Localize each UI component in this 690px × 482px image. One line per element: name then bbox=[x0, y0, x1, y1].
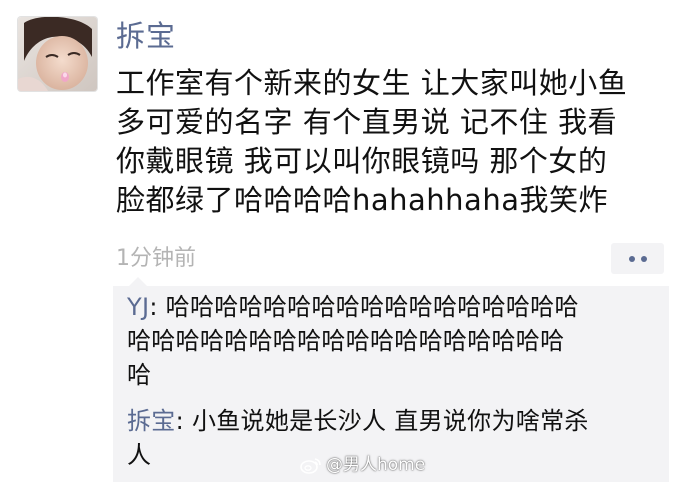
comment-text: 哈哈哈哈哈哈哈哈哈哈哈哈哈哈哈哈哈 哈哈哈哈哈哈哈哈哈哈哈哈哈哈哈哈哈哈 哈 bbox=[127, 293, 579, 389]
post-timestamp: 1分钟前 bbox=[116, 246, 196, 271]
watermark: @男人home bbox=[300, 454, 425, 476]
post-body-text: 工作室有个新来的女生 让大家叫她小鱼 多可爱的名字 有个直男说 记不住 我看 你… bbox=[116, 66, 628, 217]
more-actions-button[interactable] bbox=[611, 243, 664, 274]
more-dots-icon bbox=[628, 255, 647, 262]
avatar[interactable] bbox=[18, 17, 97, 91]
avatar-photo bbox=[18, 17, 97, 91]
comment-separator: : bbox=[175, 407, 192, 435]
comment-item: YJ: 哈哈哈哈哈哈哈哈哈哈哈哈哈哈哈哈哈 哈哈哈哈哈哈哈哈哈哈哈哈哈哈哈哈哈哈… bbox=[127, 290, 665, 392]
comment-author[interactable]: YJ bbox=[127, 293, 149, 321]
comments-panel: YJ: 哈哈哈哈哈哈哈哈哈哈哈哈哈哈哈哈哈 哈哈哈哈哈哈哈哈哈哈哈哈哈哈哈哈哈哈… bbox=[113, 277, 669, 482]
weibo-logo-icon bbox=[300, 458, 321, 474]
watermark-text: @男人home bbox=[326, 455, 426, 475]
post-author-name[interactable]: 拆宝 bbox=[116, 16, 176, 56]
comment-author[interactable]: 拆宝 bbox=[127, 407, 176, 435]
comment-separator: : bbox=[149, 293, 166, 321]
